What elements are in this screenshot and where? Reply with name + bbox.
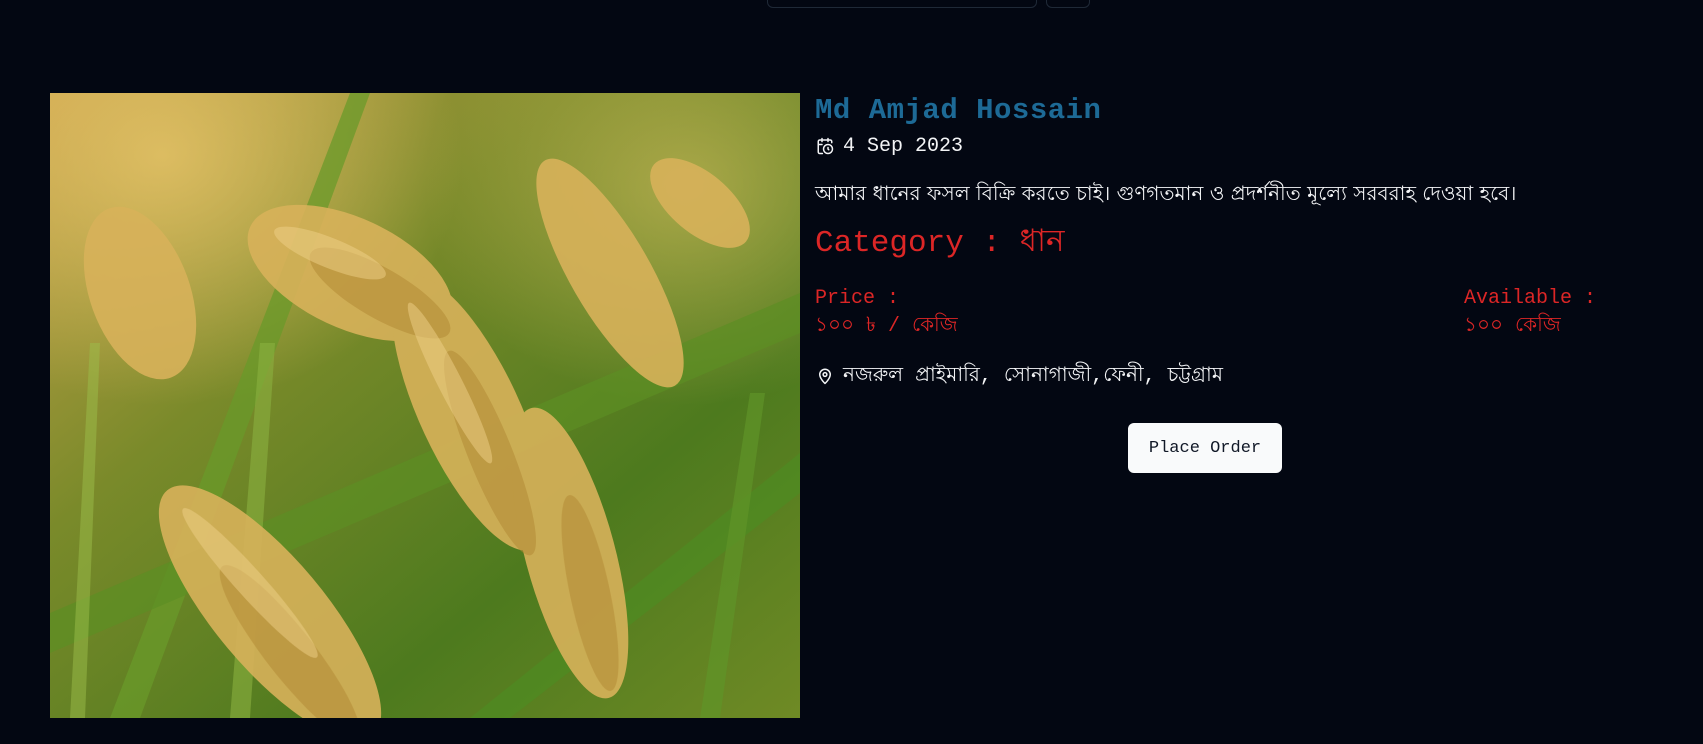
search-input[interactable] xyxy=(767,0,1037,8)
available-label: Available : xyxy=(1464,287,1597,310)
place-order-button[interactable]: Place Order xyxy=(1128,423,1282,473)
seller-name: Md Amjad Hossain xyxy=(815,94,1102,127)
calendar-clock-icon xyxy=(815,136,835,156)
product-image xyxy=(50,93,800,718)
location-text: নজরুল প্রাইমারি, সোনাগাজী,ফেনী, চট্টগ্রা… xyxy=(843,364,1223,388)
listing-category: Category : ধান xyxy=(815,226,1065,261)
map-pin-icon xyxy=(815,366,835,386)
price-label: Price : xyxy=(815,287,900,310)
available-value: ১০০ কেজি xyxy=(1464,315,1561,338)
price-block: Price : ১০০ ৳ / কেজি xyxy=(815,285,958,341)
top-navbar xyxy=(0,0,1703,10)
post-date: 4 Sep 2023 xyxy=(815,133,1605,159)
price-availability: Price : ১০০ ৳ / কেজি Available : ১০০ কেজ… xyxy=(815,285,1605,345)
listing-details: Md Amjad Hossain 4 Sep 2023 আমার ধানের ফ… xyxy=(815,93,1605,391)
price-value: ১০০ ৳ / কেজি xyxy=(815,315,958,338)
order-action: Place Order xyxy=(1128,423,1282,473)
search-button[interactable] xyxy=(1046,0,1090,8)
available-block: Available : ১০০ কেজি xyxy=(1464,285,1596,341)
location: নজরুল প্রাইমারি, সোনাগাজী,ফেনী, চট্টগ্রা… xyxy=(815,361,1605,391)
post-date-text: 4 Sep 2023 xyxy=(843,134,964,158)
listing-description: আমার ধানের ফসল বিক্রি করতে চাই। গুণগতমান… xyxy=(815,181,1517,205)
